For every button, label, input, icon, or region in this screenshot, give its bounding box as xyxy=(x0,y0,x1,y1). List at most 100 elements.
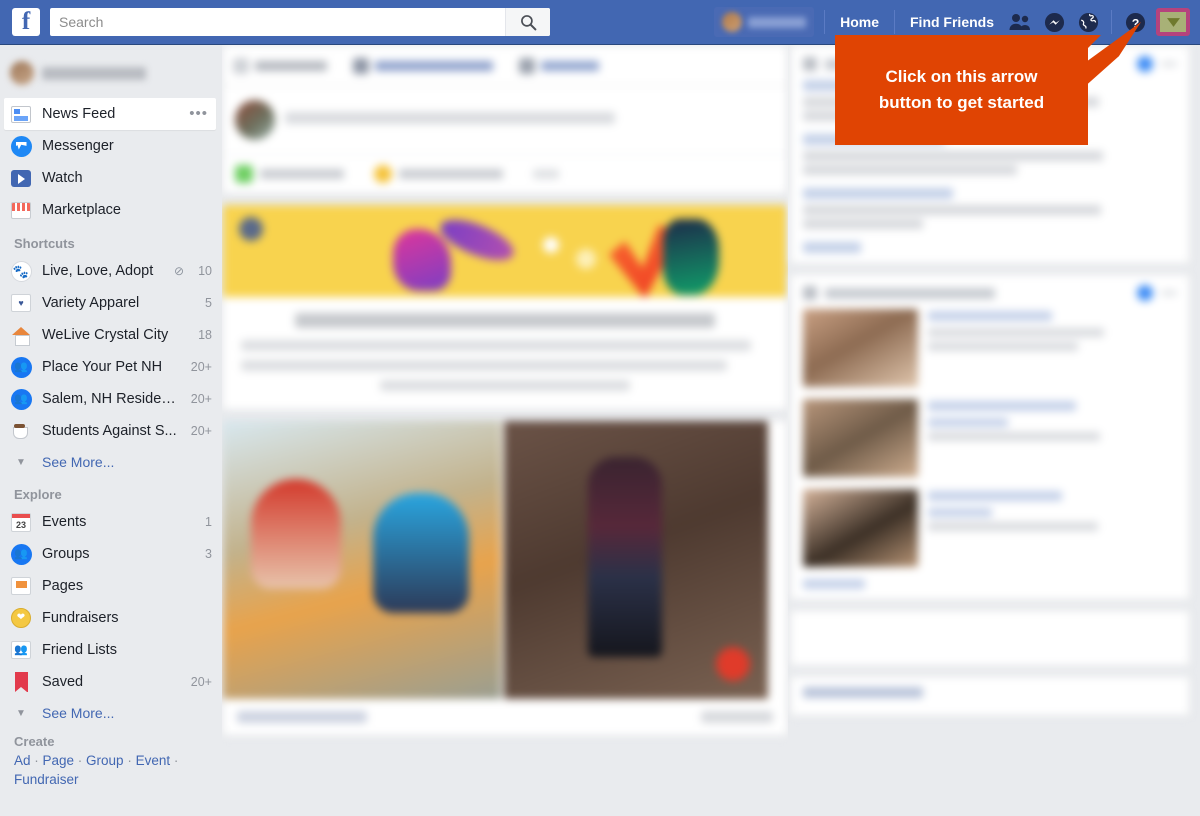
notifications-button[interactable] xyxy=(1073,7,1103,37)
post-comments-redacted[interactable] xyxy=(701,711,773,723)
help-button[interactable]: ? xyxy=(1120,7,1150,37)
sponsored-badge xyxy=(1137,285,1153,301)
callout-line-2: button to get started xyxy=(878,93,1045,112)
ad-title-redacted xyxy=(928,311,1052,321)
pages-flag-icon xyxy=(10,575,32,597)
composer-tab-live-video[interactable] xyxy=(519,57,599,74)
ad-thumbnail[interactable] xyxy=(803,399,918,477)
fundraiser-coin-icon: ❤ xyxy=(10,607,32,629)
see-more-label: See More... xyxy=(42,454,115,470)
nav-find-friends[interactable]: Find Friends xyxy=(901,7,1003,37)
composer-tab-label xyxy=(541,60,599,71)
group-icon: 👥 xyxy=(10,356,32,378)
sponsored-title-redacted xyxy=(825,287,995,299)
facebook-logo[interactable]: f xyxy=(12,8,40,36)
composer-action-feeling[interactable] xyxy=(374,165,503,183)
sidebar-item-label: Place Your Pet NH xyxy=(42,359,163,375)
contacts-title-redacted xyxy=(803,687,923,698)
sidebar-item-friend-lists[interactable]: 👥 Friend Lists xyxy=(0,634,220,666)
composer-tab-status[interactable] xyxy=(233,57,327,74)
sidebar-shortcut-students-against[interactable]: Students Against S... 20+ xyxy=(0,415,220,447)
sidebar-item-count: 20+ xyxy=(190,424,212,438)
ad-footer-link-redacted[interactable] xyxy=(803,579,865,589)
create-link-group[interactable]: Group xyxy=(86,753,124,768)
create-link-ad[interactable]: Ad xyxy=(14,753,31,768)
divider xyxy=(824,10,826,34)
post-reactions-redacted[interactable] xyxy=(237,711,367,723)
trending-text-redacted xyxy=(803,219,923,229)
sidebar-item-pages[interactable]: Pages xyxy=(0,570,220,602)
sponsored-ad[interactable] xyxy=(803,489,1177,567)
post-composer[interactable] xyxy=(222,45,788,194)
sidebar-shortcut-welive-crystal-city[interactable]: WeLive Crystal City 18 xyxy=(0,319,220,351)
search-button[interactable] xyxy=(505,8,550,36)
composer-tab-photo-video[interactable] xyxy=(353,57,493,74)
sidebar-item-label: Students Against S... xyxy=(42,423,177,439)
sidebar-item-count: 20+ xyxy=(190,675,212,689)
sidebar-item-count: 20+ xyxy=(190,360,212,374)
sidebar-item-groups[interactable]: 👥 Groups 3 xyxy=(0,538,220,570)
ad-title-redacted xyxy=(928,491,1062,501)
sidebar-shortcut-variety-apparel[interactable]: ♥ Variety Apparel 5 xyxy=(0,287,220,319)
search-container xyxy=(50,8,550,36)
sidebar-item-messenger[interactable]: Messenger xyxy=(0,130,220,162)
sidebar-item-fundraisers[interactable]: ❤ Fundraisers xyxy=(0,602,220,634)
instruction-callout: Click on this arrow button to get starte… xyxy=(835,35,1088,145)
news-feed-icon xyxy=(10,103,32,125)
watch-icon xyxy=(10,167,32,189)
post-photo-grid[interactable] xyxy=(223,421,787,699)
paw-icon: 🐾 xyxy=(10,260,32,282)
sidebar-item-count: 18 xyxy=(198,328,212,342)
calendar-icon: 23 xyxy=(10,511,32,533)
sidebar-shortcut-place-your-pet-nh[interactable]: 👥 Place Your Pet NH 20+ xyxy=(0,351,220,383)
sidebar-item-news-feed[interactable]: News Feed ••• xyxy=(4,98,216,130)
sponsored-options-icon[interactable] xyxy=(1161,291,1177,295)
live-video-icon xyxy=(519,57,535,74)
composer-action-more[interactable] xyxy=(533,169,559,179)
sidebar-item-marketplace[interactable]: Marketplace xyxy=(0,194,220,226)
nav-home[interactable]: Home xyxy=(831,7,888,37)
sidebar-item-label: Watch xyxy=(42,170,83,186)
composer-action-photo[interactable] xyxy=(235,165,344,183)
explore-see-more-button[interactable]: ▼ See More... xyxy=(0,698,220,728)
sponsored-ad[interactable] xyxy=(803,399,1177,477)
trending-item[interactable] xyxy=(803,188,1177,229)
sidebar-item-label: Variety Apparel xyxy=(42,295,140,311)
post-photo[interactable] xyxy=(223,421,501,699)
sidebar-item-label: Groups xyxy=(42,546,90,562)
search-icon xyxy=(520,14,536,30)
search-input[interactable] xyxy=(50,9,505,35)
trending-options-icon[interactable] xyxy=(1161,62,1177,66)
profile-name-button[interactable] xyxy=(714,7,815,37)
shortcuts-see-more-button[interactable]: ▼ See More... xyxy=(0,447,220,477)
post-text-body xyxy=(223,297,787,409)
ad-line-redacted xyxy=(928,418,1008,427)
sidebar-shortcut-salem-nh-residents[interactable]: 👥 Salem, NH Residen... 20+ xyxy=(0,383,220,415)
chevron-down-icon xyxy=(1166,17,1180,27)
news-feed-column xyxy=(222,45,788,816)
facebook-page: f Home Find Friends xyxy=(0,0,1200,816)
create-link-event[interactable]: Event xyxy=(136,753,171,768)
notifications-globe-icon xyxy=(1078,12,1098,32)
see-more-label: See More... xyxy=(42,705,115,721)
callout-line-1: Click on this arrow xyxy=(885,67,1038,86)
news-feed-options-icon[interactable]: ••• xyxy=(189,106,208,121)
ad-thumbnail[interactable] xyxy=(803,489,918,567)
messenger-button[interactable] xyxy=(1039,7,1069,37)
sidebar-item-saved[interactable]: Saved 20+ xyxy=(0,666,220,698)
divider xyxy=(1111,10,1112,34)
sidebar-item-watch[interactable]: Watch xyxy=(0,162,220,194)
post-photo[interactable] xyxy=(504,421,768,699)
messenger-icon xyxy=(1044,12,1064,32)
trending-see-more-redacted[interactable] xyxy=(803,242,861,253)
friend-requests-button[interactable] xyxy=(1005,7,1035,37)
create-link-page[interactable]: Page xyxy=(43,753,75,768)
create-link-fundraiser[interactable]: Fundraiser xyxy=(14,772,79,787)
sidebar-item-events[interactable]: 23 Events 1 xyxy=(0,506,220,538)
sidebar-profile-link[interactable] xyxy=(10,56,212,90)
sidebar-shortcut-live-love-adopt[interactable]: 🐾 Live, Love, Adopt ⊘ 10 xyxy=(0,255,220,287)
ad-thumbnail[interactable] xyxy=(803,309,918,387)
sponsored-ad[interactable] xyxy=(803,309,1177,387)
composer-body[interactable] xyxy=(223,86,787,154)
account-settings-arrow-button[interactable] xyxy=(1156,8,1190,36)
